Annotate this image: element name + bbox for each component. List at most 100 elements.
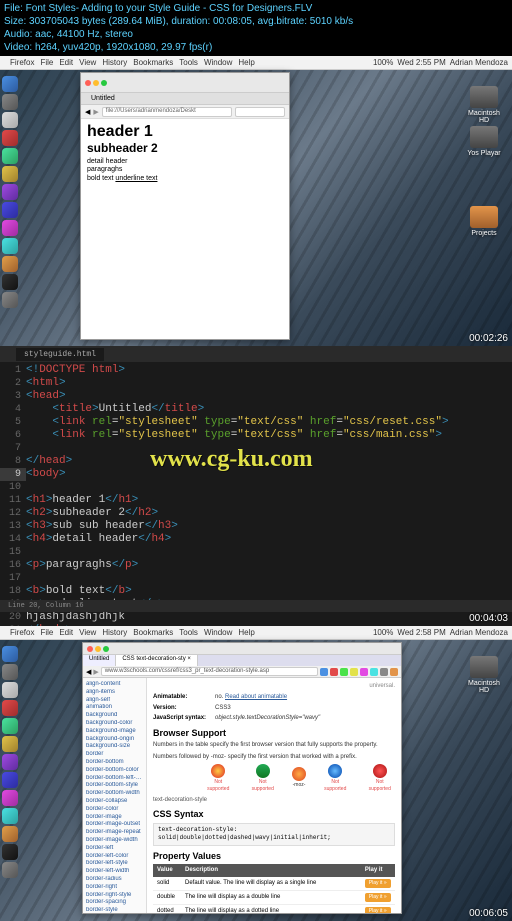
sidebar-link[interactable]: border-left-style: [86, 860, 143, 868]
back-icon[interactable]: ◀: [85, 108, 90, 116]
browser-tabs[interactable]: Untitled CSS text-decoration-sty ×: [83, 655, 401, 666]
menu-file[interactable]: File: [40, 628, 53, 637]
browser-tab-active[interactable]: CSS text-decoration-sty ×: [116, 655, 198, 666]
menu-window[interactable]: Window: [204, 628, 232, 637]
dock-item[interactable]: [2, 76, 18, 92]
dock-item[interactable]: [2, 148, 18, 164]
menu-edit[interactable]: Edit: [59, 58, 73, 67]
dock-item[interactable]: [2, 130, 18, 146]
sidebar-link[interactable]: border-color: [86, 806, 143, 814]
dock-item[interactable]: [2, 94, 18, 110]
menu-bookmarks[interactable]: Bookmarks: [133, 628, 173, 637]
dock-item[interactable]: [2, 202, 18, 218]
back-icon[interactable]: ◀: [86, 668, 91, 676]
url-input[interactable]: file:///Users/adrianmendoza/Deskt: [102, 107, 232, 117]
dock-item[interactable]: [2, 826, 18, 842]
css-property-sidebar[interactable]: align-content align-items align-self ani…: [83, 678, 147, 913]
url-input[interactable]: www.w3schools.com/cssref/css3_pr_text-de…: [101, 667, 318, 676]
dock-item[interactable]: [2, 256, 18, 272]
browser-tab[interactable]: Untitled: [83, 655, 116, 666]
menu-bookmarks[interactable]: Bookmarks: [133, 58, 173, 67]
dock-item[interactable]: [2, 166, 18, 182]
search-input[interactable]: [235, 107, 285, 117]
read-animatable-link[interactable]: Read about animatable: [225, 694, 287, 700]
editor-tabs[interactable]: styleguide.html: [0, 346, 512, 362]
sidebar-link[interactable]: border-image-repeat: [86, 829, 143, 837]
sidebar-link[interactable]: border-radius: [86, 876, 143, 884]
dock-item[interactable]: [2, 238, 18, 254]
dock-item[interactable]: [2, 862, 18, 878]
play-button[interactable]: Play it »: [365, 893, 391, 902]
sidebar-link[interactable]: align-self: [86, 697, 143, 705]
forward-icon[interactable]: ▶: [93, 108, 98, 116]
maximize-icon[interactable]: [103, 646, 109, 652]
dock-item[interactable]: [2, 274, 18, 290]
minimize-icon[interactable]: [95, 646, 101, 652]
sidebar-link[interactable]: border-left-color: [86, 853, 143, 861]
toolbar-icons[interactable]: [320, 668, 398, 676]
sidebar-link[interactable]: border-bottom-style: [86, 782, 143, 790]
close-icon[interactable]: [87, 646, 93, 652]
dock-item[interactable]: [2, 220, 18, 236]
code-editor[interactable]: styleguide.html 123456789101112131415161…: [0, 346, 512, 626]
menu-window[interactable]: Window: [204, 58, 232, 67]
minimize-icon[interactable]: [93, 80, 99, 86]
sidebar-link[interactable]: border-image: [86, 814, 143, 822]
sidebar-link[interactable]: background-size: [86, 743, 143, 751]
dock-item[interactable]: [2, 844, 18, 860]
dock-item[interactable]: [2, 682, 18, 698]
code-content[interactable]: <!DOCTYPE html> <html> <head> <title>Unt…: [26, 362, 512, 626]
macos-dock[interactable]: [2, 76, 22, 308]
window-titlebar[interactable]: [81, 73, 289, 93]
traffic-lights[interactable]: [85, 80, 107, 86]
menu-help[interactable]: Help: [238, 628, 254, 637]
sidebar-link[interactable]: border-left: [86, 845, 143, 853]
play-button[interactable]: Play it »: [365, 879, 391, 888]
macos-menubar[interactable]: Firefox File Edit View History Bookmarks…: [0, 626, 512, 640]
sidebar-link[interactable]: border-left-width: [86, 868, 143, 876]
firefox-window[interactable]: Untitled CSS text-decoration-sty × ◀ ▶ w…: [82, 642, 402, 914]
desktop-icon-projects[interactable]: Projects: [466, 206, 502, 237]
dock-item[interactable]: [2, 112, 18, 128]
maximize-icon[interactable]: [101, 80, 107, 86]
sidebar-link[interactable]: border-image-width: [86, 837, 143, 845]
sidebar-link[interactable]: border-collapse: [86, 798, 143, 806]
dock-item[interactable]: [2, 790, 18, 806]
editor-tab[interactable]: styleguide.html: [16, 348, 104, 361]
menu-tools[interactable]: Tools: [179, 628, 198, 637]
play-button[interactable]: Play it »: [365, 907, 391, 913]
sidebar-link[interactable]: border-style: [86, 907, 143, 913]
sidebar-link[interactable]: border: [86, 751, 143, 759]
macos-dock[interactable]: [2, 646, 22, 878]
menu-view[interactable]: View: [79, 58, 96, 67]
forward-icon[interactable]: ▶: [93, 668, 98, 676]
desktop-icon-hd[interactable]: Macintosh HD: [466, 86, 502, 124]
sidebar-link[interactable]: background-color: [86, 720, 143, 728]
dock-item[interactable]: [2, 700, 18, 716]
menu-view[interactable]: View: [79, 628, 96, 637]
sidebar-link[interactable]: border-bottom-color: [86, 767, 143, 775]
dock-item[interactable]: [2, 184, 18, 200]
sidebar-link[interactable]: background: [86, 712, 143, 720]
menu-app[interactable]: Firefox: [10, 628, 34, 637]
menu-app[interactable]: Firefox: [10, 58, 34, 67]
desktop-icon-yos[interactable]: Yos Playar: [466, 126, 502, 157]
menu-help[interactable]: Help: [238, 58, 254, 67]
sidebar-link[interactable]: border-bottom-left-radius: [86, 775, 143, 783]
sidebar-link[interactable]: background-origin: [86, 736, 143, 744]
dock-item[interactable]: [2, 718, 18, 734]
dock-item[interactable]: [2, 646, 18, 662]
macos-menubar[interactable]: Firefox File Edit View History Bookmarks…: [0, 56, 512, 70]
menu-history[interactable]: History: [102, 628, 127, 637]
sidebar-link[interactable]: border-bottom: [86, 759, 143, 767]
sidebar-link[interactable]: align-content: [86, 681, 143, 689]
firefox-window[interactable]: Untitled ◀ ▶ file:///Users/adrianmendoza…: [80, 72, 290, 340]
sidebar-link[interactable]: border-bottom-width: [86, 790, 143, 798]
sidebar-link[interactable]: background-image: [86, 728, 143, 736]
desktop-icon-hd[interactable]: Macintosh HD: [466, 656, 502, 694]
menu-file[interactable]: File: [40, 58, 53, 67]
dock-item[interactable]: [2, 772, 18, 788]
sidebar-link[interactable]: border-image-outset: [86, 821, 143, 829]
sidebar-link[interactable]: animation: [86, 704, 143, 712]
sidebar-link[interactable]: align-items: [86, 689, 143, 697]
